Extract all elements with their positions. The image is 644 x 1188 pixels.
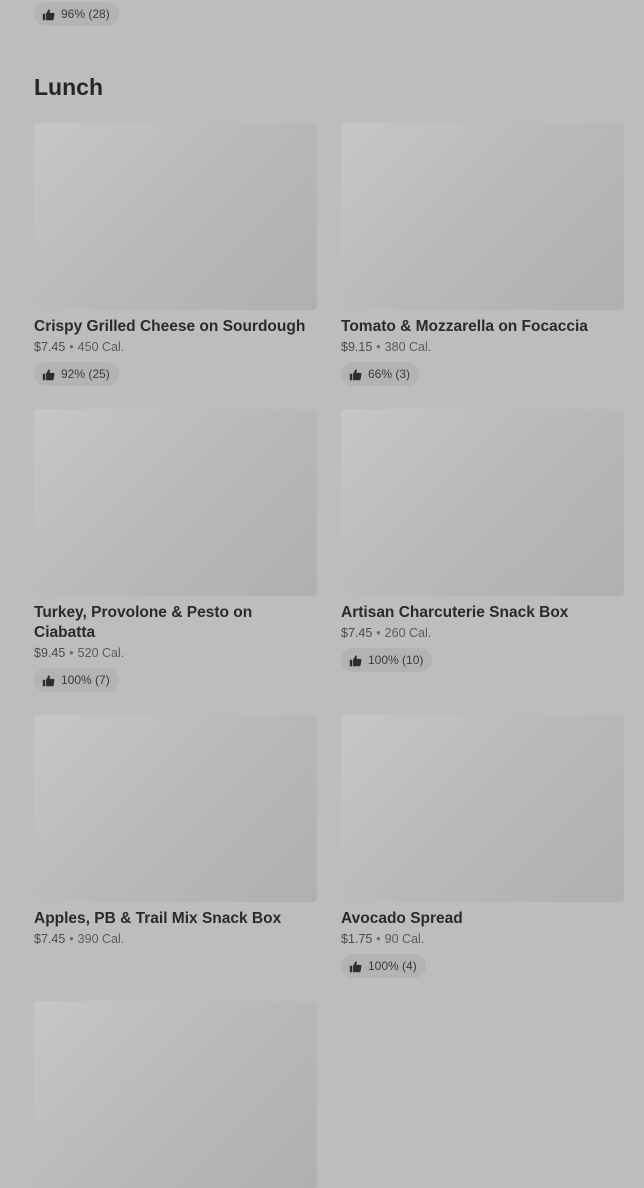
menu-item-card[interactable]: Avocado Spread $1.75 • 90 Cal. 100% (4) (341, 715, 624, 978)
item-price: $7.45 (341, 626, 373, 640)
item-price: $7.45 (34, 932, 66, 946)
section-title: Lunch (34, 74, 103, 100)
menu-item-card[interactable]: Artisan Charcuterie Snack Box $7.45 • 260 … (341, 409, 624, 672)
item-meta: $9.15 • 380 Cal. (341, 339, 624, 355)
item-calories: 260 Cal. (384, 626, 432, 640)
item-name: Tomato & Mozzarella on Focaccia (341, 318, 588, 335)
thumbs-up-icon (42, 674, 55, 686)
rating-badge: 100% (10) (341, 648, 433, 672)
item-image[interactable] (34, 1001, 317, 1188)
separator: • (69, 646, 74, 660)
item-calories: 90 Cal. (384, 932, 425, 946)
rating-badge: 92% (25) (34, 362, 119, 386)
item-calories: 380 Cal. (384, 340, 432, 354)
item-name: Crispy Grilled Cheese on Sourdough (34, 318, 306, 335)
menu-item-card[interactable] (34, 1001, 317, 1188)
menu-item-card[interactable]: Tomato & Mozzarella on Focaccia $9.15 • 38… (341, 123, 624, 386)
separator: • (69, 932, 74, 946)
thumbs-up-icon (349, 368, 362, 380)
item-image[interactable] (34, 409, 317, 596)
item-image[interactable] (34, 123, 317, 310)
item-calories: 520 Cal. (77, 646, 125, 660)
item-price: $9.45 (34, 646, 66, 660)
previous-item-rating: 96% (28) (34, 2, 119, 26)
item-name: Apples, PB & Trail Mix Snack Box (34, 910, 282, 927)
menu-item-card[interactable]: Turkey, Provolone & Pesto on Ciabatta $9… (34, 409, 317, 692)
thumbs-up-icon (349, 960, 362, 972)
item-calories: 450 Cal. (77, 340, 125, 354)
item-name: Artisan Charcuterie Snack Box (341, 604, 569, 621)
thumbs-up-icon (42, 368, 55, 380)
item-name: Turkey, Provolone & Pesto on Ciabatta (34, 604, 253, 641)
item-meta: $7.45 • 450 Cal. (34, 339, 317, 355)
item-meta: $7.45 • 390 Cal. (34, 931, 317, 947)
item-image[interactable] (341, 409, 624, 596)
item-price: $1.75 (341, 932, 373, 946)
item-price: $7.45 (34, 340, 66, 354)
rating-badge: 66% (3) (341, 362, 420, 386)
rating-badge: 100% (7) (34, 668, 119, 692)
thumbs-up-icon (349, 654, 362, 666)
item-meta: $7.45 • 260 Cal. (341, 625, 624, 641)
thumbs-up-icon (42, 8, 55, 20)
separator: • (376, 932, 381, 946)
item-image[interactable] (341, 715, 624, 902)
item-calories: 390 Cal. (77, 932, 125, 946)
separator: • (69, 340, 74, 354)
menu-item-card[interactable]: Crispy Grilled Cheese on Sourdough $7.45… (34, 123, 317, 386)
item-price: $9.15 (341, 340, 373, 354)
menu-item-card[interactable]: Apples, PB & Trail Mix Snack Box $7.45 • 3… (34, 715, 317, 947)
separator: • (376, 340, 381, 354)
rating-badge: 100% (4) (341, 954, 426, 978)
item-image[interactable] (34, 715, 317, 902)
rating-badge: 96% (28) (34, 2, 119, 26)
item-meta: $9.45 • 520 Cal. (34, 645, 317, 661)
separator: • (376, 626, 381, 640)
item-name: Avocado Spread (341, 910, 463, 927)
item-image[interactable] (341, 123, 624, 310)
item-meta: $1.75 • 90 Cal. (341, 931, 624, 947)
